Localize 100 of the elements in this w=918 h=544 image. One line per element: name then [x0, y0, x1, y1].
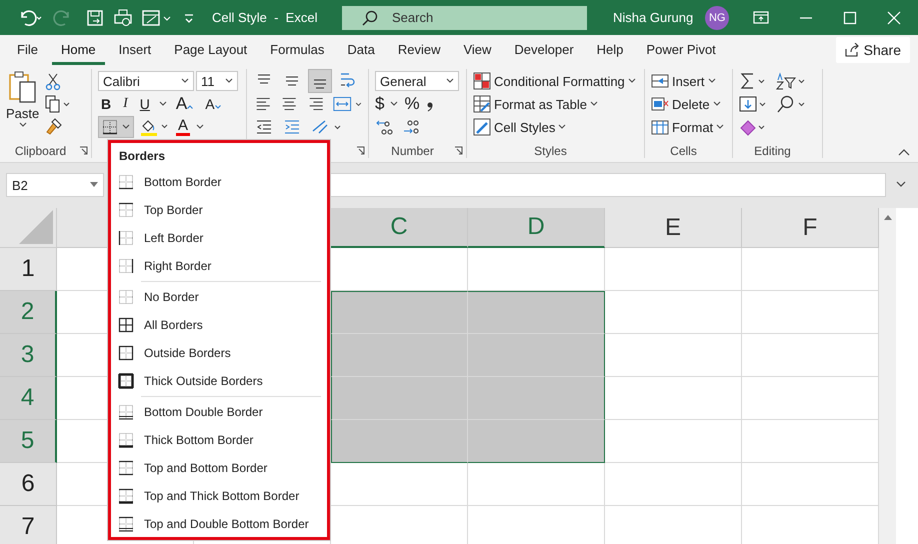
border-icon [118, 432, 134, 448]
caret-icon [122, 124, 130, 130]
vertical-align-icon[interactable] [309, 70, 331, 92]
font-color-button[interactable]: A [176, 118, 190, 136]
collapse-ribbon-icon[interactable] [898, 148, 910, 156]
scroll-up-icon[interactable] [884, 214, 892, 220]
bold-button[interactable]: B [98, 96, 114, 112]
font-name-dropdown[interactable]: Calibri [98, 71, 194, 91]
ribbon-tab[interactable]: Power Pivot [637, 36, 725, 64]
grid-cell[interactable] [331, 291, 468, 334]
ribbon-tab[interactable]: View [454, 36, 500, 64]
menu-item[interactable]: Bottom Double Border [111, 398, 327, 426]
share-button[interactable]: Share [836, 37, 910, 63]
caret-icon [225, 78, 233, 84]
row-header[interactable]: 6 [0, 463, 57, 506]
name-box[interactable]: B2 [6, 173, 104, 197]
column-header[interactable]: F [742, 208, 879, 248]
border-icon [118, 317, 134, 333]
caret-icon[interactable] [196, 124, 204, 130]
caret-icon[interactable] [158, 101, 167, 107]
form-icon[interactable] [142, 8, 172, 26]
menu-item[interactable]: Top and Bottom Border [111, 454, 327, 482]
percent-button[interactable]: % [404, 94, 420, 114]
dialog-launcher-icon[interactable] [356, 146, 365, 155]
save-icon[interactable] [86, 8, 104, 26]
ribbon-display-icon[interactable] [753, 10, 770, 24]
caret-icon [90, 182, 98, 188]
expand-formula-bar-icon[interactable] [896, 181, 906, 189]
grid-cell[interactable] [468, 420, 605, 463]
menu-item[interactable]: Thick Outside Borders [111, 367, 327, 395]
grid-cell[interactable] [468, 334, 605, 377]
print-preview-icon[interactable] [114, 8, 132, 26]
user-avatar[interactable]: NG [705, 6, 730, 30]
merge-center-icon[interactable] [332, 94, 364, 114]
cells-button[interactable]: Delete [651, 94, 728, 114]
row-header[interactable]: 3 [0, 334, 57, 377]
ribbon-tab[interactable]: Insert [110, 36, 160, 64]
menu-item[interactable]: Outside Borders [111, 339, 327, 367]
search-field[interactable]: Search [342, 6, 587, 30]
conditional-formatting-icon [473, 72, 491, 90]
menu-item[interactable]: Top Border [111, 196, 327, 224]
menu-item[interactable]: All Borders [111, 311, 327, 339]
font-size-dropdown[interactable]: 11 [196, 71, 238, 91]
ribbon-tab[interactable]: Formulas [261, 36, 334, 64]
border-icon [118, 230, 134, 246]
maximize-icon[interactable] [843, 10, 858, 24]
ribbon-tab[interactable]: Data [338, 36, 384, 64]
grid-cell[interactable] [468, 291, 605, 334]
grid-cell[interactable] [468, 377, 605, 420]
column-header[interactable]: C [331, 208, 468, 248]
menu-item[interactable]: Right Border [111, 252, 327, 280]
border-icon [118, 289, 134, 305]
menu-item[interactable]: Bottom Border [111, 168, 327, 196]
format-painter-icon[interactable] [45, 117, 64, 135]
caret-icon [628, 78, 636, 84]
currency-button[interactable]: $ [375, 94, 384, 114]
caret-icon [712, 101, 721, 107]
increase-font-size-button[interactable]: A [172, 94, 196, 114]
cells-button[interactable]: Format [651, 117, 728, 137]
menu-item[interactable]: Top and Double Bottom Border [111, 510, 327, 538]
ribbon-tab[interactable]: Help [588, 36, 632, 64]
cut-icon[interactable] [45, 73, 62, 91]
fill-color-icon[interactable] [140, 118, 170, 136]
ribbon-tab[interactable]: Review [388, 36, 450, 64]
cells-button[interactable]: Insert [651, 71, 728, 91]
menu-item[interactable]: Thick Bottom Border [111, 426, 327, 454]
border-icon [118, 174, 134, 190]
styles-button[interactable]: Cell Styles [473, 117, 640, 137]
number-format-dropdown[interactable]: General [375, 71, 459, 91]
decrease-decimal-icon[interactable] [401, 118, 421, 136]
menu-item[interactable]: Left Border [111, 224, 327, 252]
increase-decimal-icon[interactable] [375, 118, 395, 136]
copy-icon[interactable] [45, 95, 72, 113]
border-icon [102, 119, 118, 135]
caret-icon[interactable] [390, 101, 398, 107]
menu-item[interactable]: No Border [111, 283, 327, 311]
ribbon-tab[interactable]: Page Layout [165, 36, 256, 64]
close-icon[interactable] [887, 10, 902, 24]
ribbon-tab[interactable]: File [8, 36, 47, 64]
row-header[interactable]: 7 [0, 506, 57, 544]
column-header[interactable]: D [468, 208, 605, 248]
decrease-font-size-button[interactable]: A [202, 96, 224, 112]
dialog-launcher-icon[interactable] [79, 146, 88, 155]
italic-button[interactable]: I [120, 96, 131, 112]
styles-button[interactable]: Format as Table [473, 94, 640, 114]
table-icon [473, 95, 491, 113]
row-header[interactable]: 4 [0, 377, 57, 420]
ribbon-tab[interactable]: Developer [505, 36, 583, 64]
menu-item[interactable]: Top and Thick Bottom Border [111, 482, 327, 510]
undo-icon[interactable] [18, 8, 42, 26]
borders-button[interactable] [98, 116, 134, 138]
row-header[interactable]: 5 [0, 420, 57, 463]
column-header[interactable]: E [605, 208, 742, 248]
vertical-scrollbar[interactable] [879, 208, 896, 544]
dialog-launcher-icon[interactable] [454, 146, 463, 155]
underline-button[interactable]: U [136, 96, 153, 112]
row-header[interactable]: 1 [0, 248, 57, 291]
paste-button[interactable]: Paste [6, 71, 40, 135]
styles-button[interactable]: Conditional Formatting [473, 71, 640, 91]
row-header[interactable]: 2 [0, 291, 57, 334]
